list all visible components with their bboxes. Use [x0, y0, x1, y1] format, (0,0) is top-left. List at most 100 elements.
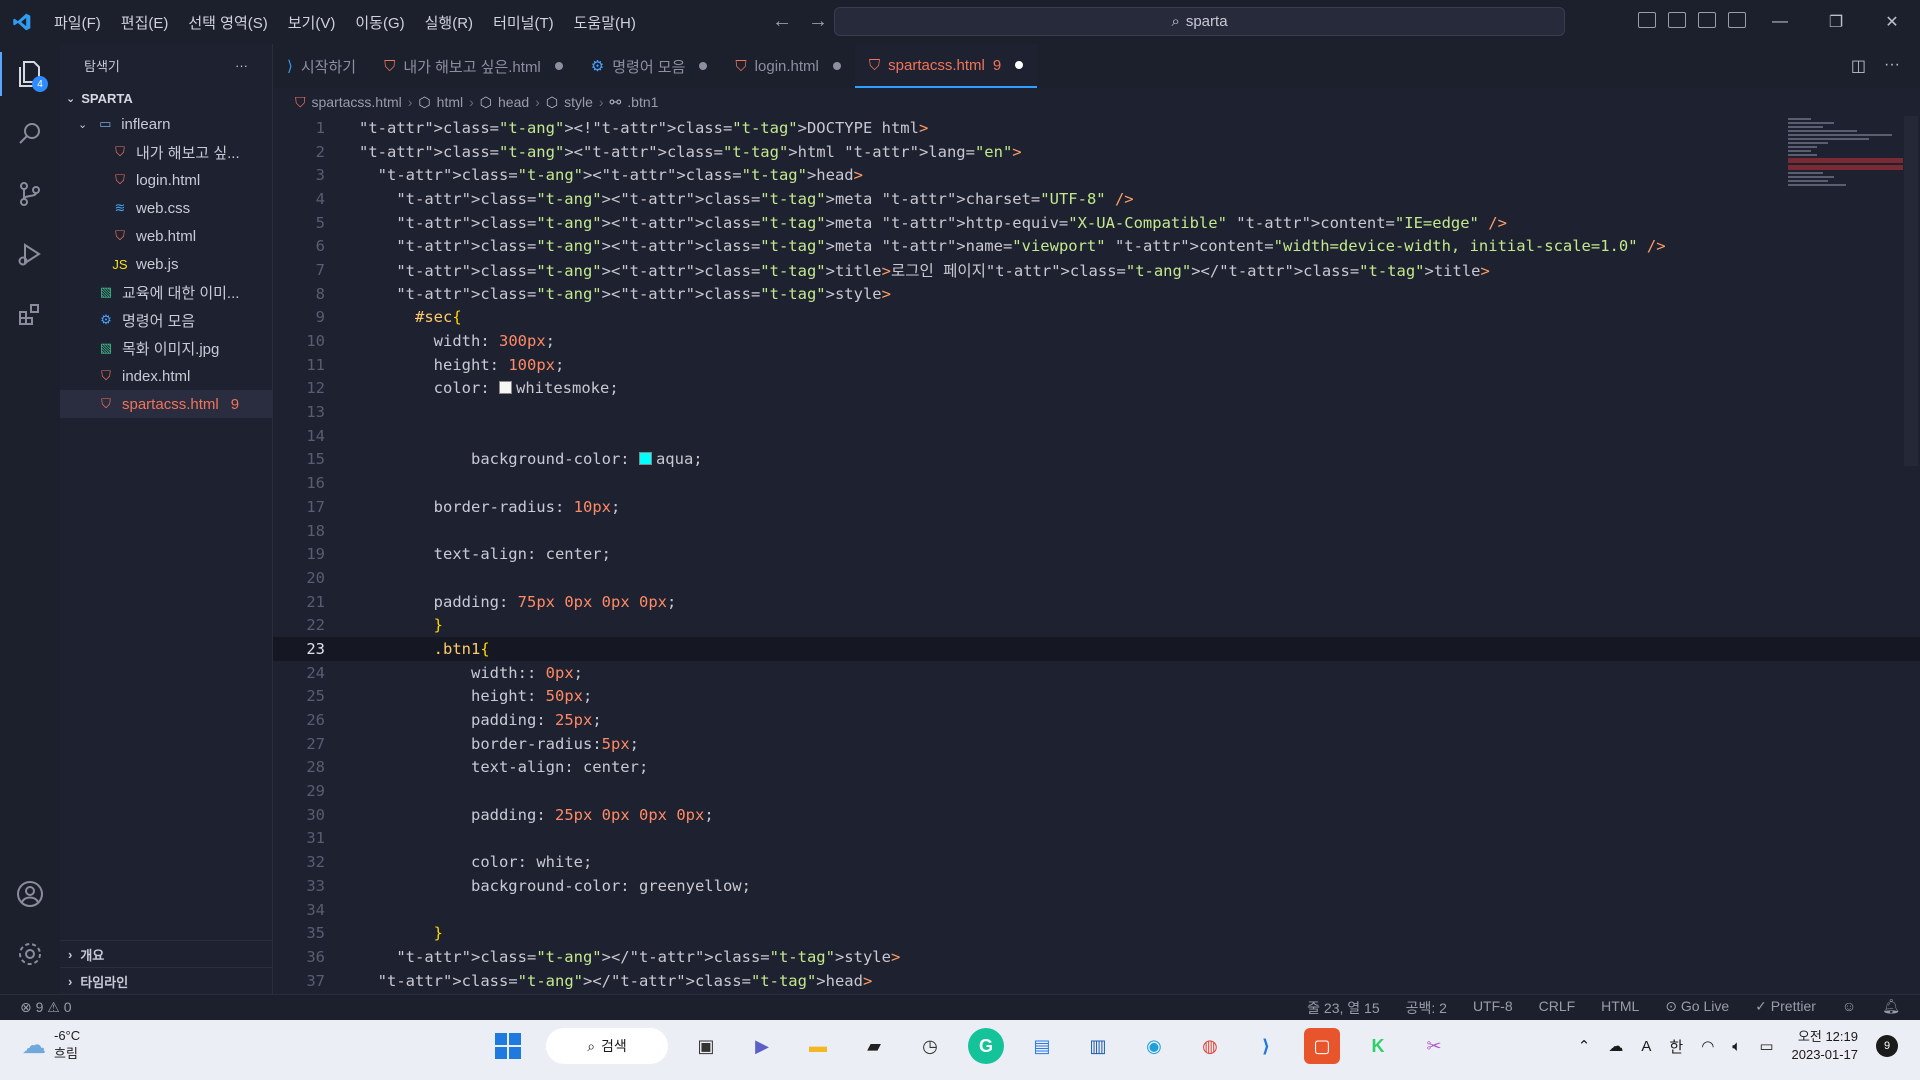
tree-item[interactable]: JS web.js	[60, 250, 272, 278]
breadcrumb-item[interactable]: style	[564, 94, 593, 110]
notification-count[interactable]: 9	[1876, 1035, 1898, 1057]
editor-tab[interactable]: ⛉ login.html	[721, 44, 854, 88]
run-debug-icon[interactable]	[0, 224, 60, 284]
ime-indicator[interactable]: 한	[1669, 1036, 1683, 1057]
timeline-section[interactable]: › 타임라인	[60, 967, 273, 994]
line-number: 19	[306, 545, 325, 564]
tree-item[interactable]: ⌄ ▭ inflearn	[60, 110, 272, 138]
unsaved-dot-icon[interactable]	[1015, 61, 1024, 69]
grammarly-icon[interactable]: G	[968, 1028, 1004, 1064]
more-actions-icon[interactable]: ···	[235, 58, 248, 73]
indentation[interactable]: 공백: 2	[1406, 998, 1447, 1018]
accounts-icon[interactable]	[0, 864, 60, 924]
office-app-icon[interactable]: ▢	[1304, 1028, 1340, 1064]
sticky-notes-icon[interactable]: ▰	[856, 1028, 892, 1064]
unsaved-dot-icon[interactable]	[832, 62, 841, 70]
minimize-icon[interactable]: —	[1752, 0, 1808, 44]
wifi-icon[interactable]: ◠	[1701, 1037, 1714, 1055]
battery-icon[interactable]: ▭	[1759, 1037, 1773, 1055]
explorer-icon[interactable]: 4	[0, 44, 60, 104]
teams-chat-icon[interactable]: ▶	[744, 1028, 780, 1064]
split-editor-icon[interactable]: ◫	[1851, 56, 1866, 76]
onedrive-cloud-icon[interactable]: ☁	[1608, 1037, 1623, 1055]
tree-item[interactable]: ▧ 교육에 대한 이미...	[60, 278, 272, 306]
cursor-position[interactable]: 줄 23, 열 15	[1307, 998, 1379, 1018]
editor-scrollbar[interactable]	[1904, 116, 1918, 466]
menu-item[interactable]: 이동(G)	[345, 12, 414, 33]
tree-item-label: index.html	[122, 367, 191, 385]
code-line: 23 .btn1{	[273, 637, 1920, 661]
breadcrumb-item[interactable]: .btn1	[627, 94, 658, 110]
editor-tab[interactable]: ⛉ spartacss.html 9	[854, 44, 1038, 88]
clock-app-icon[interactable]: ◷	[912, 1028, 948, 1064]
tree-item[interactable]: ≋ web.css	[60, 194, 272, 222]
breadcrumb-item[interactable]: head	[498, 94, 529, 110]
tree-item[interactable]: ⛉ index.html	[60, 362, 272, 390]
reader-app-icon[interactable]: ▥	[1080, 1028, 1116, 1064]
tree-item[interactable]: ⚙ 명령어 모음	[60, 306, 272, 334]
jetbrains-app-icon[interactable]: K	[1360, 1028, 1396, 1064]
end-of-line[interactable]: CRLF	[1539, 998, 1576, 1018]
menu-item[interactable]: 보기(V)	[278, 12, 346, 33]
chevron-up-icon[interactable]: ⌃	[1578, 1037, 1591, 1055]
weather-widget[interactable]: ☁ -6°C 흐림	[22, 1028, 80, 1062]
go-live-button[interactable]: ⊙ Go Live	[1665, 998, 1729, 1018]
chrome-browser-icon[interactable]: ◍	[1192, 1028, 1228, 1064]
notepad-icon[interactable]: ▤	[1024, 1028, 1060, 1064]
tree-item[interactable]: ⛉ 내가 해보고 싶...	[60, 138, 272, 166]
toggle-secondary-sidebar-icon[interactable]	[1698, 12, 1716, 28]
extensions-icon[interactable]	[0, 284, 60, 344]
menu-item[interactable]: 파일(F)	[44, 12, 111, 33]
customize-layout-icon[interactable]	[1728, 12, 1746, 28]
command-center-search[interactable]: ⌕ sparta	[834, 7, 1565, 36]
code-editor[interactable]: 1 "t-attr">class="t-ang"><!"t-attr">class…	[273, 116, 1920, 994]
source-control-icon[interactable]	[0, 164, 60, 224]
taskbar-search[interactable]: ⌕ 검색	[546, 1028, 668, 1064]
back-arrow-icon[interactable]: ←	[772, 10, 792, 33]
editor-tab[interactable]: ⟩ 시작하기	[273, 44, 370, 88]
menu-item[interactable]: 도움말(H)	[564, 12, 646, 33]
breadcrumb-item[interactable]: html	[437, 94, 463, 110]
more-actions-icon[interactable]: ···	[1884, 56, 1900, 76]
menu-item[interactable]: 선택 영역(S)	[178, 12, 277, 33]
file-explorer-icon[interactable]: ▬	[800, 1028, 836, 1064]
close-icon[interactable]: ✕	[1864, 0, 1920, 44]
menu-item[interactable]: 편집(E)	[111, 12, 179, 33]
encoding[interactable]: UTF-8	[1473, 998, 1513, 1018]
workspace-root[interactable]: ⌄ SPARTA	[60, 86, 272, 110]
language-mode[interactable]: HTML	[1601, 998, 1639, 1018]
editor-tab[interactable]: ⚙ 명령어 모음	[577, 44, 722, 88]
tree-item[interactable]: ⛉ spartacss.html 9	[60, 390, 272, 418]
menu-item[interactable]: 실행(R)	[415, 12, 483, 33]
prettier-button[interactable]: ✓ Prettier	[1755, 998, 1816, 1018]
outline-section[interactable]: › 개요	[60, 940, 273, 967]
tree-item[interactable]: ⛉ login.html	[60, 166, 272, 194]
menu-item[interactable]: 터미널(T)	[483, 12, 564, 33]
windows-start-icon[interactable]	[490, 1028, 526, 1064]
vscode-taskbar-icon[interactable]: ⟩	[1248, 1028, 1284, 1064]
breadcrumb-item[interactable]: spartacss.html	[312, 94, 402, 110]
toggle-panel-icon[interactable]	[1668, 12, 1686, 28]
settings-gear-icon[interactable]	[0, 924, 60, 984]
unsaved-dot-icon[interactable]	[554, 62, 563, 70]
clock[interactable]: 오전 12:19 2023-01-17	[1792, 1028, 1859, 1064]
notifications-bell-icon[interactable]: 🔔︎	[1882, 998, 1900, 1018]
code-text: text-align: center;	[433, 545, 611, 564]
restore-icon[interactable]: ❐	[1808, 0, 1864, 44]
code-text: height: 100px;	[433, 355, 565, 374]
unsaved-dot-icon[interactable]	[699, 62, 708, 70]
toggle-sidebar-icon[interactable]	[1638, 12, 1656, 28]
task-view-icon[interactable]: ▣	[688, 1028, 724, 1064]
editor-tab[interactable]: ⛉ 내가 해보고 싶은.html	[370, 44, 577, 88]
edge-browser-icon[interactable]: ◉	[1136, 1028, 1172, 1064]
forward-arrow-icon[interactable]: →	[808, 10, 828, 33]
search-sidebar-icon[interactable]	[0, 104, 60, 164]
tree-item[interactable]: ▧ 목화 이미지.jpg	[60, 334, 272, 362]
tree-item[interactable]: ⛉ web.html	[60, 222, 272, 250]
snipping-tool-icon[interactable]: ✂	[1416, 1028, 1452, 1064]
minimap[interactable]	[1788, 116, 1903, 216]
volume-icon[interactable]: 🔈︎	[1732, 1038, 1741, 1055]
feedback-icon[interactable]: ☺	[1842, 998, 1856, 1018]
problems-indicator[interactable]: ⊗ 9 ⚠ 0	[20, 999, 72, 1016]
pen-icon[interactable]: A	[1641, 1038, 1651, 1055]
